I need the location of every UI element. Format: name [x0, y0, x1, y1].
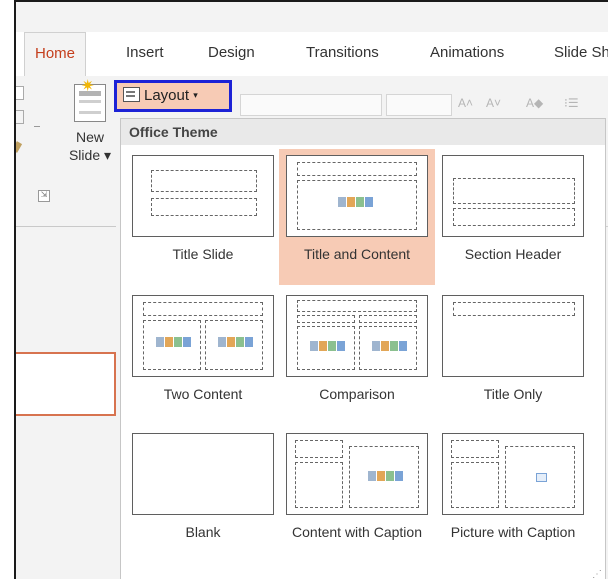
layout-tile-title-and-content[interactable]: Title and Content [279, 149, 435, 285]
content-icons [372, 341, 408, 353]
layout-icon [123, 87, 140, 102]
gallery-header: Office Theme [121, 119, 605, 145]
layout-thumb [286, 155, 428, 237]
new-slide-label-line2: Slide ▾ [68, 147, 112, 163]
tab-home-label: Home [35, 45, 76, 62]
layout-gallery: Office Theme Title Slide Title and Conte… [120, 118, 606, 579]
resize-grip-icon[interactable]: ⋰ [592, 570, 602, 579]
text-placeholder [453, 208, 575, 226]
layout-button[interactable]: Layout ▾ [114, 80, 232, 112]
increase-font-icon[interactable]: A˄ [458, 96, 473, 110]
paste-icon[interactable] [16, 86, 24, 100]
layout-label: Title and Content [303, 246, 411, 262]
layout-tile-comparison[interactable]: Comparison [279, 289, 435, 419]
title-placeholder [451, 440, 499, 458]
right-content-placeholder [359, 326, 417, 370]
tab-animations-label: Animations [430, 44, 505, 61]
tab-insert[interactable]: Insert [126, 44, 164, 61]
layout-tile-two-content[interactable]: Two Content [125, 289, 281, 419]
content-icons [368, 471, 404, 483]
layout-tile-section-header[interactable]: Section Header [435, 149, 591, 279]
layout-thumb [442, 155, 584, 237]
subtitle-placeholder [151, 198, 257, 216]
layout-label: Section Header [464, 246, 562, 262]
layout-thumb [442, 295, 584, 377]
title-placeholder [297, 300, 417, 312]
new-slide-button[interactable]: ✷ New Slide ▾ [60, 79, 120, 164]
layout-label: Layout [144, 87, 190, 104]
copy-icon[interactable] [16, 110, 24, 124]
layout-label: Picture with Caption [450, 524, 576, 540]
title-placeholder [453, 302, 575, 316]
chevron-down-icon: ▾ [193, 90, 198, 100]
left-content-placeholder [297, 326, 355, 370]
layout-tile-picture-with-caption[interactable]: Picture with Caption [435, 427, 591, 577]
content-placeholder [349, 446, 419, 508]
new-slide-label-line1: New [75, 129, 104, 145]
tab-design-label: Design [208, 44, 255, 61]
layout-label: Content with Caption [292, 524, 422, 540]
title-placeholder [297, 162, 417, 176]
layout-label: Title Slide [172, 246, 234, 262]
dropdown-arrow-icon[interactable] [34, 126, 40, 133]
title-placeholder [453, 178, 575, 204]
right-content-placeholder [205, 320, 263, 370]
layout-tile-title-slide[interactable]: Title Slide [125, 149, 281, 279]
tab-slide-show[interactable]: Slide Sh [554, 44, 608, 61]
font-size-select[interactable] [386, 94, 452, 116]
dialog-launcher-icon[interactable]: ⇲ [38, 190, 50, 202]
tab-animations[interactable]: Animations [430, 44, 504, 61]
caption-placeholder [295, 462, 343, 508]
picture-placeholder [505, 446, 575, 508]
layout-thumb [442, 433, 584, 515]
content-placeholder [297, 180, 417, 230]
layout-thumb [286, 295, 428, 377]
new-slide-icon: ✷ [74, 79, 106, 122]
divider [16, 226, 116, 227]
title-placeholder [151, 170, 257, 192]
ribbon-tab-bar: Home Insert Design Transitions Animation… [16, 32, 608, 77]
layout-label: Title Only [483, 386, 543, 402]
bullets-icon[interactable]: ⁝☰ [564, 96, 579, 110]
layout-thumb [132, 433, 274, 515]
layout-label: Comparison [319, 386, 395, 402]
title-placeholder [143, 302, 263, 316]
slide-thumbnail-1[interactable] [16, 352, 116, 416]
caption-placeholder [451, 462, 499, 508]
left-content-placeholder [143, 320, 201, 370]
content-icons [218, 337, 254, 349]
content-icons [310, 341, 346, 353]
layout-tile-title-only[interactable]: Title Only [435, 289, 591, 419]
app-window: Home Insert Design Transitions Animation… [14, 0, 608, 579]
picture-icon [536, 473, 547, 482]
content-icons [338, 197, 374, 209]
font-name-select[interactable] [240, 94, 382, 116]
layout-tile-blank[interactable]: Blank [125, 427, 281, 577]
right-heading-placeholder [359, 315, 417, 323]
tab-design[interactable]: Design [208, 44, 255, 61]
layout-thumb [132, 295, 274, 377]
left-heading-placeholder [297, 315, 355, 323]
tab-transitions-label: Transitions [306, 44, 379, 61]
tab-insert-label: Insert [126, 44, 164, 61]
decrease-font-icon[interactable]: A˅ [486, 96, 501, 110]
tab-home[interactable]: Home [24, 32, 87, 76]
tab-transitions[interactable]: Transitions [306, 44, 379, 61]
title-placeholder [295, 440, 343, 458]
layout-label: Two Content [163, 386, 243, 402]
clear-format-icon[interactable]: A◆ [526, 96, 543, 110]
layout-tile-content-with-caption[interactable]: Content with Caption [279, 427, 435, 577]
tab-slide-show-label: Slide Sh [554, 44, 608, 61]
layout-label: Blank [185, 524, 221, 540]
content-icons [156, 337, 192, 349]
sparkle-icon: ✷ [81, 78, 95, 95]
layout-thumb [286, 433, 428, 515]
layout-thumb [132, 155, 274, 237]
